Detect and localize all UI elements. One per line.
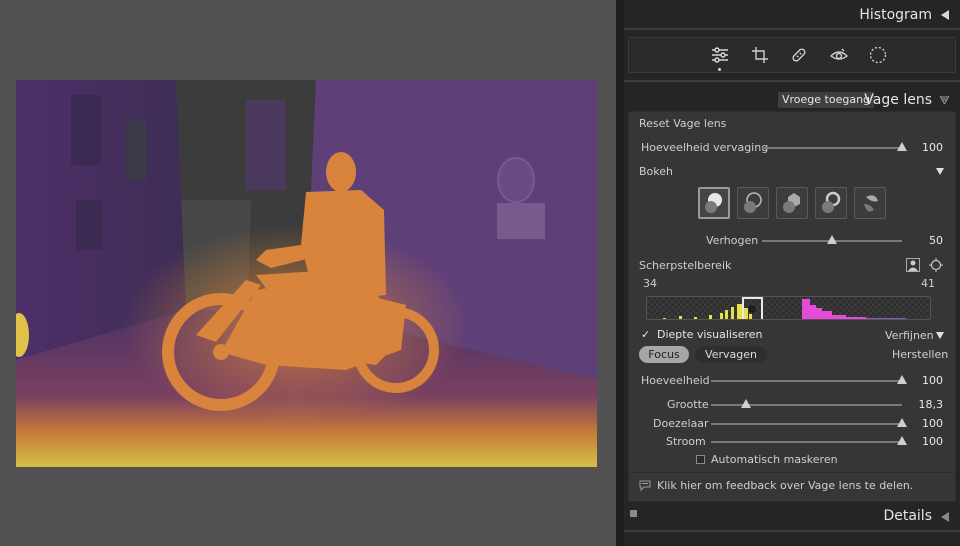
bokeh-5-blade-icon (783, 193, 800, 213)
histogram-collapse-icon[interactable] (941, 10, 949, 20)
flow-label: Stroom (666, 435, 706, 448)
feather-value[interactable]: 100 (913, 417, 943, 430)
photo-workspace (0, 0, 616, 546)
reset-lens-blur-link[interactable]: Reset Vage lens (639, 117, 726, 130)
active-tool-indicator (718, 68, 721, 71)
point-focus-icon[interactable] (929, 258, 943, 272)
toolbar-divider (624, 80, 960, 82)
refine-expand-icon[interactable] (936, 332, 944, 339)
depth-histogram-bars (663, 297, 906, 319)
bokeh-circle-icon (705, 193, 722, 213)
flow-slider-thumb[interactable] (897, 436, 907, 445)
bokeh-bubble-button[interactable] (737, 187, 769, 219)
flow-value[interactable]: 100 (913, 435, 943, 448)
feather-label: Doezelaar (653, 417, 709, 430)
lens-blur-collapse-icon[interactable] (940, 96, 949, 104)
amount-slider-thumb[interactable] (897, 375, 907, 384)
amount-slider[interactable] (711, 380, 902, 382)
healing-icon[interactable] (788, 44, 810, 66)
visualize-depth-label[interactable]: Diepte visualiseren (657, 328, 763, 341)
reset-focus-link[interactable]: Herstellen (892, 348, 948, 361)
tab-blur[interactable]: Vervagen (695, 346, 767, 363)
boost-slider-thumb[interactable] (827, 235, 837, 244)
bokeh-ring-icon (822, 191, 841, 213)
focal-range-max: 41 (921, 277, 935, 290)
tool-strip (628, 37, 956, 73)
details-toggle-icon[interactable] (630, 510, 637, 517)
early-access-badge: Vroege toegang (778, 92, 875, 108)
focal-range-label: Scherpstelbereik (639, 259, 732, 272)
auto-mask-checkbox[interactable] (696, 455, 705, 464)
masking-icon[interactable] (867, 44, 889, 66)
panel-divider[interactable] (616, 0, 624, 546)
size-value[interactable]: 18,3 (913, 398, 944, 411)
focal-range-min: 34 (643, 277, 657, 290)
develop-panel: Histogram Vroege toegang Vage lens Reset… (624, 0, 960, 546)
bokeh-cat-eye-button[interactable] (854, 187, 886, 219)
visualize-depth-checkbox[interactable]: ✓ (641, 328, 650, 341)
histogram-header-title[interactable]: Histogram (859, 7, 932, 23)
size-slider[interactable] (711, 404, 902, 406)
crop-icon[interactable] (749, 44, 771, 66)
boost-label: Verhogen (706, 234, 759, 247)
bokeh-label: Bokeh (639, 165, 673, 178)
speech-bubble-icon (639, 480, 651, 491)
edit-sliders-icon[interactable] (709, 44, 731, 66)
red-eye-icon[interactable] (828, 44, 850, 66)
tab-focus[interactable]: Focus (639, 346, 689, 363)
blur-amount-label: Hoeveelheid vervaging (641, 141, 769, 154)
bokeh-expand-icon[interactable] (936, 168, 944, 175)
depth-histogram[interactable] (646, 296, 931, 320)
size-slider-thumb[interactable] (740, 399, 751, 408)
boost-value[interactable]: 50 (913, 234, 943, 247)
header-divider (624, 28, 960, 30)
photo-canvas[interactable] (16, 80, 597, 467)
feedback-divider (629, 472, 955, 473)
bokeh-circle-button[interactable] (698, 187, 730, 219)
auto-mask-label[interactable]: Automatisch maskeren (711, 453, 838, 466)
amount-value[interactable]: 100 (913, 374, 943, 387)
details-header-title[interactable]: Details (883, 508, 932, 524)
bokeh-5-blade-button[interactable] (776, 187, 808, 219)
subject-select-icon[interactable] (906, 258, 920, 272)
feather-slider-thumb[interactable] (897, 418, 907, 427)
bokeh-ring-button[interactable] (815, 187, 847, 219)
details-divider (624, 530, 960, 532)
lens-blur-title[interactable]: Vage lens (864, 92, 932, 108)
bokeh-cat-eye-icon (864, 195, 878, 212)
feedback-link[interactable]: Klik hier om feedback over Vage lens te … (657, 479, 913, 492)
blur-amount-slider-thumb[interactable] (897, 142, 907, 151)
refine-label[interactable]: Verfijnen (885, 329, 934, 342)
size-label: Grootte (667, 398, 709, 411)
blur-amount-slider[interactable] (762, 147, 902, 149)
depth-visualization (16, 80, 597, 467)
flow-slider[interactable] (711, 441, 902, 443)
lens-blur-section: Reset Vage lens Hoeveelheid vervaging 10… (628, 111, 956, 502)
feather-slider[interactable] (711, 423, 902, 425)
amount-label: Hoeveelheid (641, 374, 710, 387)
blur-amount-value[interactable]: 100 (913, 141, 943, 154)
bokeh-bubble-icon (744, 192, 762, 213)
details-collapse-icon[interactable] (941, 512, 949, 522)
